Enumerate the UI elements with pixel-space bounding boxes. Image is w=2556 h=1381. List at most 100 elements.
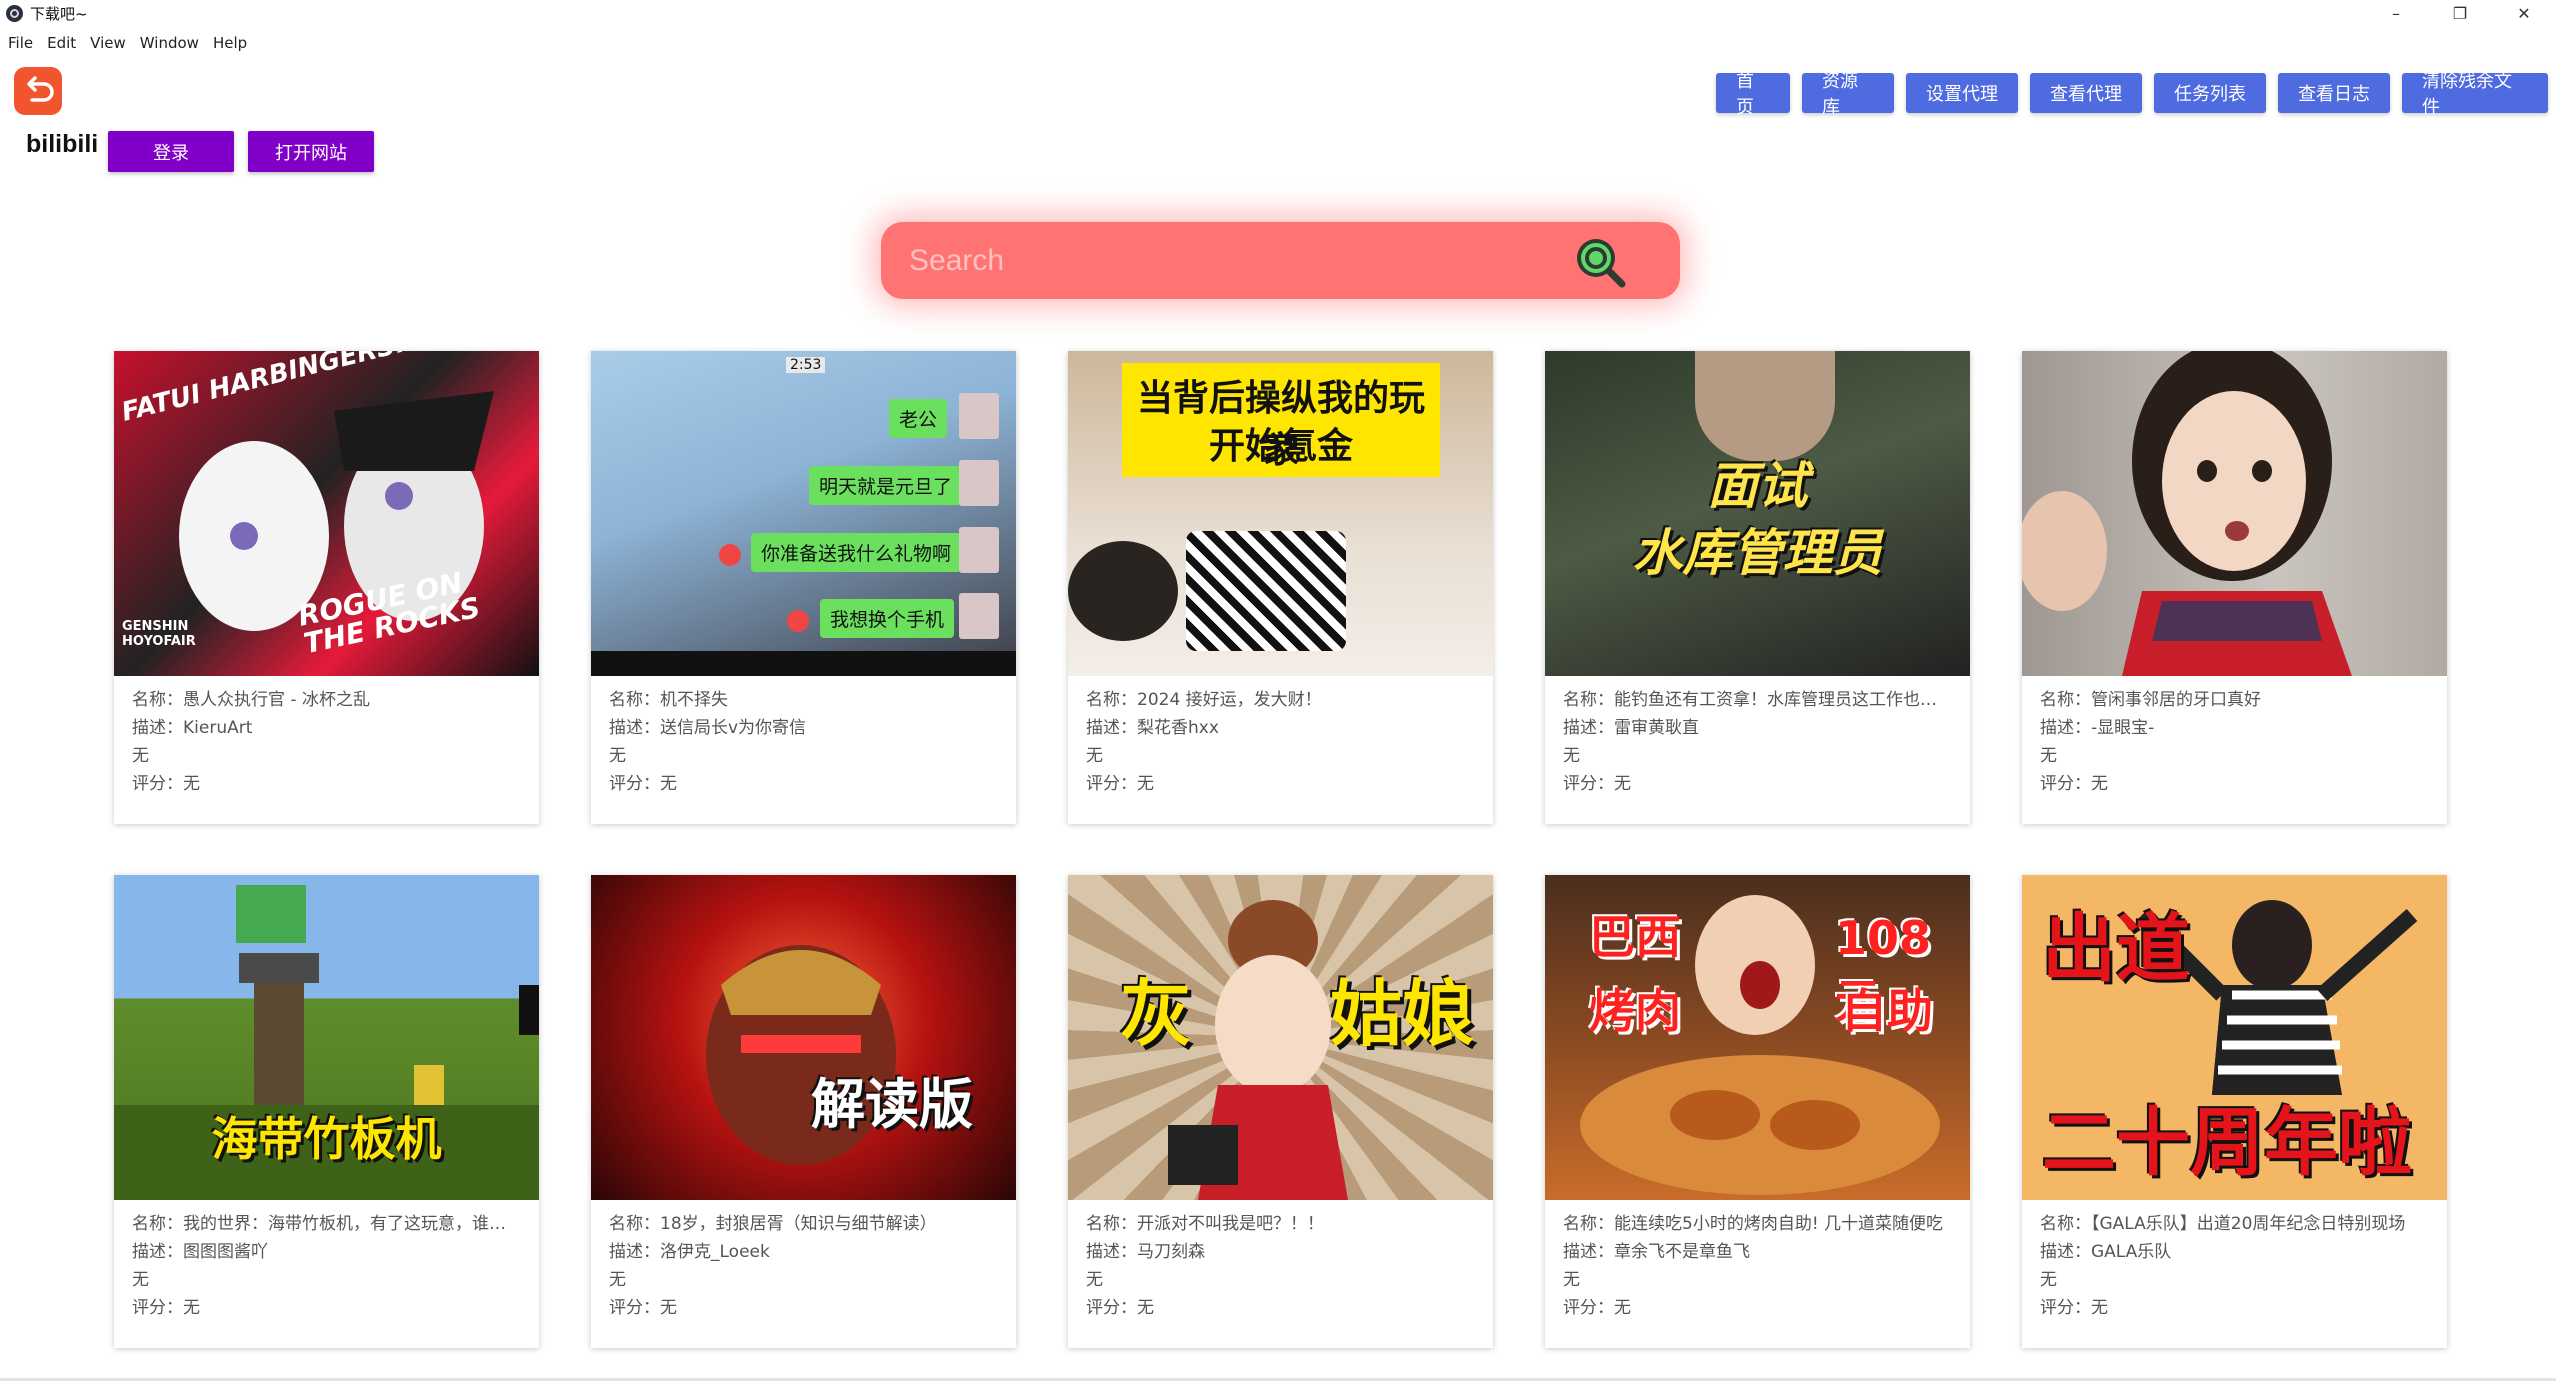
nav-home-button[interactable]: 首页 — [1716, 71, 1790, 118]
menu-file[interactable]: File — [0, 34, 40, 52]
open-site-button[interactable]: 打开网站 — [248, 131, 374, 172]
video-desc: 描述：马刀刻森 — [1086, 1242, 1205, 1262]
window-controls: – ❐ ✕ — [2364, 0, 2556, 27]
maximize-button[interactable]: ❐ — [2428, 0, 2492, 27]
thumb-text: 烤肉 — [1589, 984, 1681, 1038]
minimize-button[interactable]: – — [2364, 0, 2428, 27]
avatar — [959, 393, 999, 439]
thumb-text: 二十周年啦 — [2042, 1100, 2412, 1186]
top-nav: 首页 资源库 设置代理 查看代理 任务列表 查看日志 清除残余文件 — [1716, 71, 2548, 118]
nav-task-list-button[interactable]: 任务列表 — [2154, 73, 2266, 113]
site-name: bilibili — [26, 130, 99, 158]
video-extra: 无 — [2040, 1270, 2057, 1290]
search-icon[interactable] — [1572, 234, 1628, 290]
app-icon — [6, 5, 23, 22]
video-desc: 描述：-显眼宝- — [2040, 718, 2155, 738]
video-name: 名称：开派对不叫我是吧？！！ — [1086, 1214, 1324, 1234]
video-thumbnail[interactable] — [2022, 351, 2447, 676]
video-extra: 无 — [2040, 746, 2057, 766]
video-thumbnail[interactable]: 灰 姑娘 — [1068, 875, 1493, 1200]
video-card[interactable]: 2:53 老公 明天就是元旦了 你准备送我什么礼物啊 我想换个手机 名称：机不择… — [591, 351, 1016, 824]
video-thumbnail[interactable]: 巴西 烤肉 108元 自助 — [1545, 875, 1970, 1200]
video-thumbnail[interactable]: 解读版 — [591, 875, 1016, 1200]
video-rating: 评分：无 — [132, 1298, 200, 1318]
video-desc: 描述：洛伊克_Loeek — [609, 1242, 770, 1262]
video-rating: 评分：无 — [609, 774, 677, 794]
video-extra: 无 — [609, 746, 626, 766]
title-bar: 下载吧~ – ❐ ✕ — [0, 0, 2556, 27]
video-card[interactable]: 灰 姑娘 名称：开派对不叫我是吧？！！ 描述：马刀刻森 无 评分：无 — [1068, 875, 1493, 1348]
video-rating: 评分：无 — [132, 774, 200, 794]
nav-clear-files-button[interactable]: 清除残余文件 — [2402, 71, 2548, 118]
video-rating: 评分：无 — [1086, 774, 1154, 794]
thumb-text: GENSHIN HOYOFAIR — [122, 619, 196, 649]
video-thumbnail[interactable]: 出道 二十周年啦 — [2022, 875, 2447, 1200]
menu-view[interactable]: View — [83, 34, 133, 52]
video-rating: 评分：无 — [1563, 774, 1631, 794]
close-button[interactable]: ✕ — [2492, 0, 2556, 27]
video-card[interactable]: 出道 二十周年啦 名称：【GALA乐队】出道20周年纪念日特别现场 描述：GAL… — [2022, 875, 2447, 1348]
video-grid: FATUI HARBINGERS: ROGUE ON THE ROCKS GEN… — [114, 351, 2447, 1348]
video-name: 名称：18岁，封狼居胥（知识与细节解读） — [609, 1214, 937, 1234]
video-thumbnail[interactable]: 当背后操纵我的玩家 开始氪金 — [1068, 351, 1493, 676]
video-extra: 无 — [132, 746, 149, 766]
video-extra: 无 — [1086, 746, 1103, 766]
search-input[interactable] — [907, 229, 1571, 292]
avatar — [959, 593, 999, 639]
nav-view-logs-button[interactable]: 查看日志 — [2278, 73, 2390, 113]
nav-view-proxy-button[interactable]: 查看代理 — [2030, 73, 2142, 113]
chat-bubble: 我想换个手机 — [820, 599, 955, 638]
menu-window[interactable]: Window — [133, 34, 206, 52]
menu-edit[interactable]: Edit — [40, 34, 83, 52]
video-thumbnail[interactable]: 面试 水库管理员 — [1545, 351, 1970, 676]
video-name: 名称：能连续吃5小时的烤肉自助! 几十道菜随便吃 — [1563, 1214, 1944, 1234]
chat-bubble: 老公 — [889, 399, 948, 438]
video-rating: 评分：无 — [2040, 774, 2108, 794]
video-card[interactable]: 海带竹板机 名称：我的世界：海带竹板机，有了这玩意，谁还种田啊 描述：图图图酱吖… — [114, 875, 539, 1348]
login-button[interactable]: 登录 — [108, 131, 234, 172]
video-name: 名称：管闲事邻居的牙口真好 — [2040, 690, 2261, 710]
video-card[interactable]: FATUI HARBINGERS: ROGUE ON THE ROCKS GEN… — [114, 351, 539, 824]
search-bar — [881, 222, 1680, 299]
video-name: 名称：机不择失 — [609, 690, 728, 710]
thumb-text: 面试 — [1707, 457, 1808, 515]
video-name: 名称：2024 接好运，发大财！ — [1086, 690, 1322, 710]
thumb-text: 自助 — [1841, 984, 1933, 1038]
video-extra: 无 — [1563, 1270, 1580, 1290]
nav-set-proxy-button[interactable]: 设置代理 — [1906, 73, 2018, 113]
video-extra: 无 — [1086, 1270, 1103, 1290]
video-extra: 无 — [609, 1270, 626, 1290]
video-card[interactable]: 解读版 名称：18岁，封狼居胥（知识与细节解读） 描述：洛伊克_Loeek 无 … — [591, 875, 1016, 1348]
menu-bar: File Edit View Window Help — [0, 30, 254, 56]
video-card[interactable]: 名称：管闲事邻居的牙口真好 描述：-显眼宝- 无 评分：无 — [2022, 351, 2447, 824]
video-thumbnail[interactable]: 海带竹板机 — [114, 875, 539, 1200]
video-rating: 评分：无 — [2040, 1298, 2108, 1318]
video-thumbnail[interactable]: 2:53 老公 明天就是元旦了 你准备送我什么礼物啊 我想换个手机 — [591, 351, 1016, 676]
chat-bubble: 明天就是元旦了 — [809, 466, 963, 505]
video-rating: 评分：无 — [1563, 1298, 1631, 1318]
video-desc: 描述：KieruArt — [132, 718, 253, 738]
window-title: 下载吧~ — [30, 5, 88, 23]
avatar — [959, 460, 999, 506]
video-name: 名称：能钓鱼还有工资拿！水库管理员这工作也太爽了 — [1563, 690, 1952, 710]
nav-library-button[interactable]: 资源库 — [1802, 71, 1894, 118]
avatar — [959, 527, 999, 573]
video-desc: 描述：送信局长v为你寄信 — [609, 718, 807, 738]
video-desc: 描述：雷审黄耿直 — [1563, 718, 1699, 738]
thumb-text: 姑娘 — [1330, 972, 1475, 1056]
video-extra: 无 — [132, 1270, 149, 1290]
video-card[interactable]: 巴西 烤肉 108元 自助 名称：能连续吃5小时的烤肉自助! 几十道菜随便吃 描… — [1545, 875, 1970, 1348]
menu-help[interactable]: Help — [206, 34, 254, 52]
thumb-text: 灰 — [1120, 972, 1193, 1056]
thumb-text: 出道 — [2042, 906, 2190, 992]
video-rating: 评分：无 — [609, 1298, 677, 1318]
alert-icon — [719, 544, 741, 566]
thumb-text: 海带竹板机 — [211, 1112, 442, 1166]
video-thumbnail[interactable]: FATUI HARBINGERS: ROGUE ON THE ROCKS GEN… — [114, 351, 539, 676]
video-extra: 无 — [1563, 746, 1580, 766]
back-logo-icon[interactable] — [14, 67, 62, 115]
video-desc: 描述：图图图酱吖 — [132, 1242, 268, 1262]
alert-icon — [787, 610, 809, 632]
video-card[interactable]: 当背后操纵我的玩家 开始氪金 名称：2024 接好运，发大财！ 描述：梨花香hx… — [1068, 351, 1493, 824]
video-card[interactable]: 面试 水库管理员 名称：能钓鱼还有工资拿！水库管理员这工作也太爽了 描述：雷审黄… — [1545, 351, 1970, 824]
